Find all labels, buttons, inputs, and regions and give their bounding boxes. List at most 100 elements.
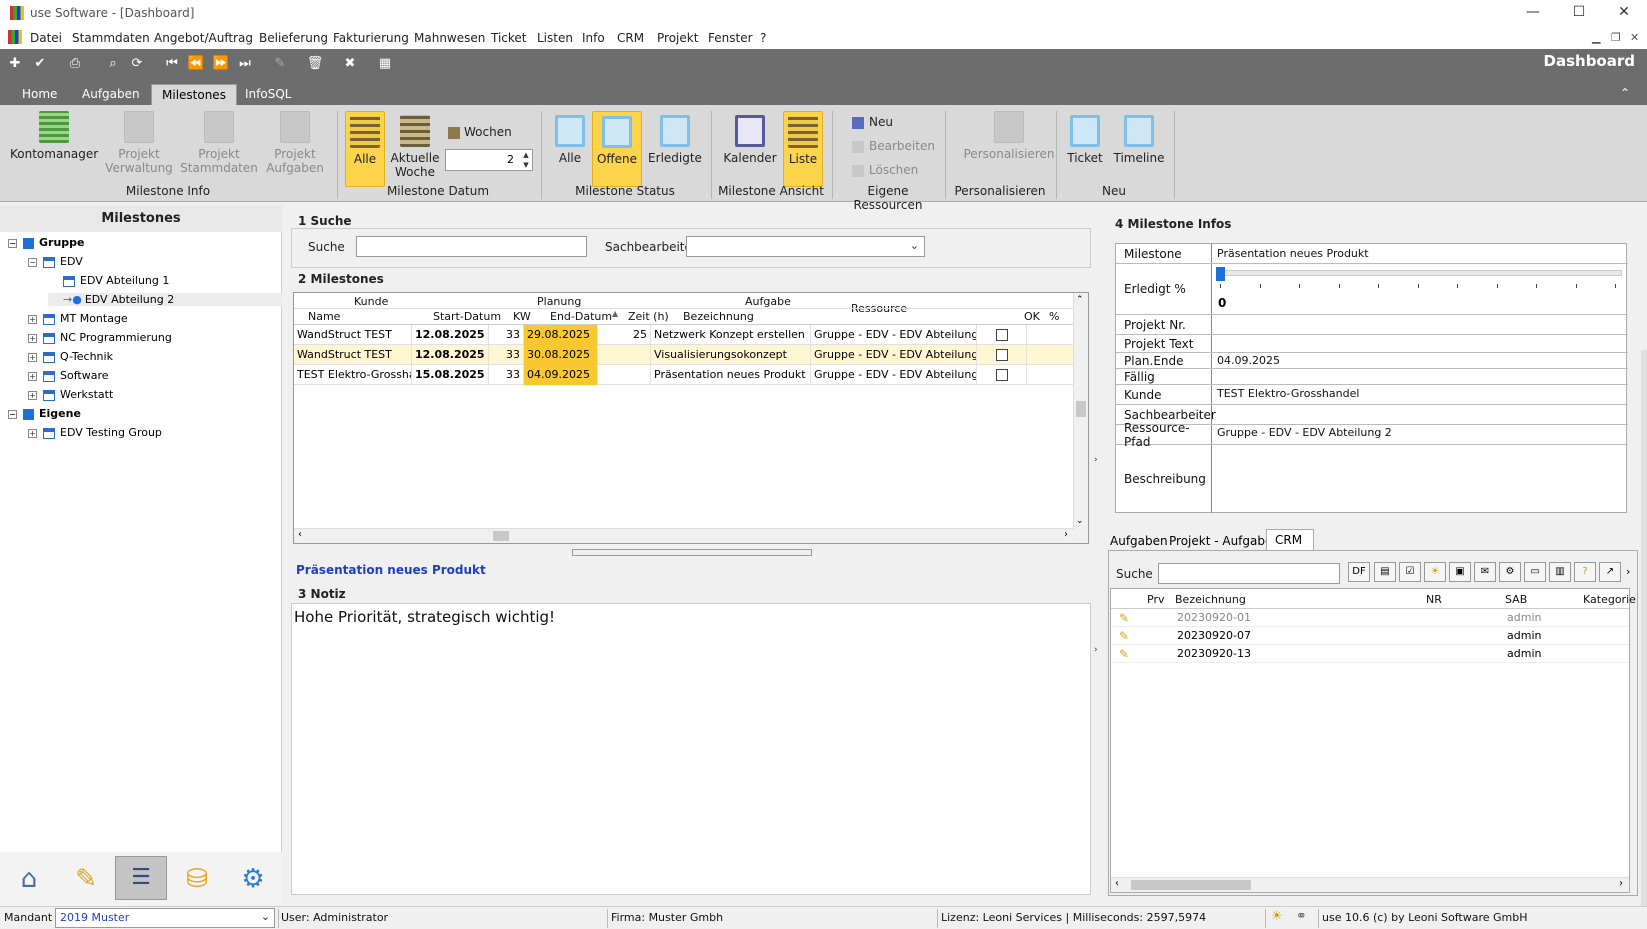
crm-column-bezeichnung[interactable]: Bezeichnung bbox=[1175, 593, 1246, 606]
wochen-spinner-icon[interactable]: ▲ ▼ bbox=[520, 150, 532, 170]
scroll-right-icon[interactable]: › bbox=[1064, 529, 1068, 540]
help-icon[interactable]: ? bbox=[1574, 562, 1596, 582]
add-icon[interactable]: ✚ bbox=[6, 55, 24, 73]
table-cell-end[interactable]: 29.08.2025 bbox=[524, 325, 598, 345]
tree-node[interactable]: + EDV Testing Group bbox=[28, 426, 162, 439]
liste-button[interactable]: Liste bbox=[783, 111, 823, 187]
aktuelle-woche-button[interactable]: Aktuelle Woche bbox=[390, 111, 440, 181]
table-cell-end[interactable]: 04.09.2025 bbox=[524, 365, 598, 385]
sachbearbeiter-select[interactable]: ⌄ bbox=[686, 236, 925, 257]
ok-checkbox[interactable] bbox=[996, 329, 1008, 341]
crm-horizontal-scrollbar[interactable]: ‹ › bbox=[1111, 877, 1629, 892]
tree-node[interactable]: + MT Montage bbox=[28, 312, 128, 325]
menu-crm[interactable]: CRM bbox=[617, 31, 644, 45]
minimize-button[interactable]: — bbox=[1510, 4, 1556, 24]
column-zeit[interactable]: Zeit (h) bbox=[628, 310, 669, 323]
table-cell-res[interactable]: Gruppe - EDV - EDV Abteilung 2 bbox=[811, 325, 977, 345]
vertical-scrollbar[interactable]: ⌃ ⌄ bbox=[1073, 293, 1088, 543]
expand-icon[interactable]: + bbox=[28, 428, 37, 438]
table-cell-zeit[interactable]: 25 bbox=[598, 325, 651, 345]
offene-button[interactable]: Offene bbox=[592, 111, 642, 187]
tree-node[interactable]: + Werkstatt bbox=[28, 388, 113, 401]
table-cell-bez[interactable]: Präsentation neues Produkt bbox=[651, 365, 811, 385]
column-ok[interactable]: OK bbox=[1024, 310, 1040, 323]
database-icon[interactable]: ⛁ bbox=[178, 860, 216, 898]
column-end-datum[interactable]: End-Datum bbox=[550, 310, 612, 323]
right-edge-scrollbar[interactable] bbox=[1641, 350, 1647, 910]
table-row[interactable]: WandStruct TEST 12.08.2025 33 29.08.2025 25 N… bbox=[294, 325, 1074, 345]
tree-node[interactable]: + Q-Technik bbox=[28, 350, 113, 363]
mandant-select[interactable]: 2019 Muster ⌄ bbox=[55, 908, 275, 928]
scroll-left-icon[interactable]: ‹ bbox=[298, 529, 302, 540]
expand-icon[interactable]: + bbox=[28, 333, 37, 343]
tree-node[interactable]: →● EDV Abteilung 2 bbox=[48, 293, 282, 306]
erledigt-slider-thumb[interactable] bbox=[1216, 267, 1225, 281]
menu-datei[interactable]: Datei bbox=[30, 31, 62, 45]
table-cell-pct[interactable] bbox=[1027, 325, 1074, 345]
expand-icon[interactable]: + bbox=[28, 390, 37, 400]
splitter-arrow-icon[interactable]: › bbox=[1094, 455, 1098, 465]
first-record-icon[interactable]: ⏮ bbox=[163, 55, 181, 73]
scroll-down-icon[interactable]: ⌄ bbox=[1076, 516, 1084, 526]
datum-alle-button[interactable]: Alle bbox=[345, 111, 385, 187]
collapse-icon[interactable]: − bbox=[8, 409, 17, 419]
new-sun-icon[interactable]: ☀ bbox=[1424, 562, 1446, 582]
tree-node[interactable]: − EDV bbox=[28, 255, 83, 268]
splitter-handle[interactable] bbox=[572, 549, 812, 556]
menu-listen[interactable]: Listen bbox=[537, 31, 573, 45]
list-item[interactable]: ✎ 20230920-01 admin bbox=[1111, 609, 1629, 627]
next-record-icon[interactable]: ⏩ bbox=[212, 55, 230, 73]
table-cell-start[interactable]: 12.08.2025 bbox=[412, 325, 489, 345]
erledigte-button[interactable]: Erledigte bbox=[647, 111, 703, 181]
previous-record-icon[interactable]: ⏪ bbox=[187, 55, 205, 73]
table-cell-bez[interactable]: Visualisierungsokonzept bbox=[651, 345, 811, 365]
list-icon[interactable]: ☰ bbox=[115, 856, 167, 900]
checklist-icon[interactable]: ☑ bbox=[1399, 562, 1421, 582]
menu-fenster[interactable]: Fenster bbox=[708, 31, 753, 45]
collapse-icon[interactable]: − bbox=[8, 238, 17, 248]
column-kw[interactable]: KW bbox=[513, 310, 531, 323]
tab-milestones[interactable]: Milestones bbox=[151, 84, 237, 105]
open-external-icon[interactable]: ↗ bbox=[1599, 562, 1621, 582]
table-row[interactable]: WandStruct TEST 12.08.2025 33 30.08.2025 Vis… bbox=[294, 345, 1074, 365]
menu-ticket[interactable]: Ticket bbox=[491, 31, 527, 45]
personalisieren-button[interactable]: Personalisieren bbox=[955, 111, 1063, 181]
print-icon[interactable]: ⎙ bbox=[66, 55, 84, 73]
table-cell-pct[interactable] bbox=[1027, 345, 1074, 365]
document-icon[interactable]: ▭ bbox=[1524, 562, 1546, 582]
maximize-button[interactable]: ☐ bbox=[1556, 4, 1602, 24]
crm-scroll-right-icon[interactable]: › bbox=[1619, 878, 1623, 889]
close-button[interactable]: ✕ bbox=[1601, 4, 1647, 24]
expand-icon[interactable]: + bbox=[28, 371, 37, 381]
tree-node[interactable]: EDV Abteilung 1 bbox=[48, 274, 169, 287]
table-cell-name[interactable]: TEST Elektro-Grosshandel bbox=[294, 365, 412, 385]
sun-icon[interactable]: ☀ bbox=[1271, 909, 1283, 924]
search-icon[interactable]: ⌕ bbox=[104, 55, 122, 73]
chart-icon[interactable]: ▥ bbox=[1549, 562, 1571, 582]
subtab-aufgaben[interactable]: Aufgaben bbox=[1110, 534, 1168, 548]
mail-icon[interactable]: ✉ bbox=[1474, 562, 1496, 582]
crm-column-kategorie[interactable]: Kategorie bbox=[1583, 593, 1636, 606]
table-cell-kw[interactable]: 33 bbox=[489, 365, 524, 385]
table-cell-end[interactable]: 30.08.2025 bbox=[524, 345, 598, 365]
delete-icon[interactable]: 🗑 bbox=[306, 55, 324, 73]
network-icon[interactable]: ⚭ bbox=[1296, 909, 1307, 924]
df-button[interactable]: DF bbox=[1348, 562, 1370, 582]
menu-mahnwesen[interactable]: Mahnwesen bbox=[414, 31, 485, 45]
crm-column-sab[interactable]: SAB bbox=[1505, 593, 1527, 606]
tree-node[interactable]: + NC Programmierung bbox=[28, 331, 172, 344]
projekt-verwaltung-button[interactable]: Projekt Verwaltung bbox=[104, 111, 174, 181]
crm-column-nr[interactable]: NR bbox=[1426, 593, 1442, 606]
cancel-icon[interactable]: ✖ bbox=[341, 55, 359, 73]
mdi-minimize-icon[interactable]: ▁ bbox=[1592, 31, 1600, 44]
mdi-restore-icon[interactable]: ❐ bbox=[1611, 31, 1621, 44]
list-item[interactable]: ✎ 20230920-07 admin bbox=[1111, 627, 1629, 645]
column-bezeichnung[interactable]: Bezeichnung bbox=[683, 310, 754, 323]
neu-button[interactable]: Neu bbox=[852, 115, 893, 129]
menu-info[interactable]: Info bbox=[582, 31, 605, 45]
list-item[interactable]: ✎ 20230920-13 admin bbox=[1111, 645, 1629, 663]
kontomanager-button[interactable]: Kontomanager bbox=[10, 111, 98, 181]
table-cell-kw[interactable]: 33 bbox=[489, 345, 524, 365]
grid-menu-icon[interactable]: ▦ bbox=[376, 55, 394, 73]
ticket-button[interactable]: Ticket bbox=[1064, 111, 1106, 181]
